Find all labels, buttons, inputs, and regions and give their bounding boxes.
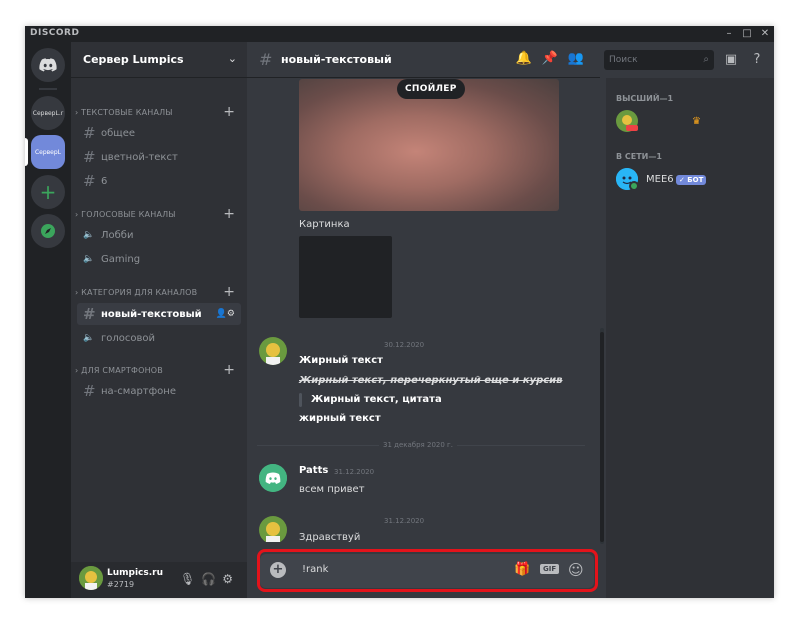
user-panel: Lumpics.ru #2719 🎙🎧⚙ xyxy=(71,562,247,598)
spoiler-label: СПОЙЛЕР xyxy=(397,79,465,99)
message-timestamp: 31.12.2020 xyxy=(334,468,375,476)
search-icon: ⌕ xyxy=(703,54,709,65)
message-text: всем привет xyxy=(299,484,365,495)
message-text: Жирный текст xyxy=(299,355,383,366)
add-channel-icon[interactable]: + xyxy=(223,285,235,299)
channel-novyi-tekstovyi[interactable]: # новый-текстовый 👤⚙ xyxy=(77,303,241,325)
message-text: жирный текст xyxy=(299,413,381,424)
image-caption: Картинка xyxy=(299,219,350,230)
home-button[interactable] xyxy=(31,48,65,82)
emoji-icon[interactable]: ☺ xyxy=(568,561,584,579)
voice-channel-golosovoi[interactable]: 🔈 голосовой xyxy=(77,327,241,349)
members-icon[interactable]: 👥 xyxy=(568,51,594,66)
category-text-channels[interactable]: › ТЕКСТОВЫЕ КАНАЛЫ xyxy=(75,108,173,117)
message-timestamp: 31.12.2020 xyxy=(384,517,425,525)
explore-servers-button[interactable] xyxy=(31,214,65,248)
channel-sidebar: Сервер Lumpics ⌄ › ТЕКСТОВЫЕ КАНАЛЫ + # о… xyxy=(71,42,247,598)
speaker-icon: 🔈 xyxy=(83,254,95,264)
microphone-icon[interactable]: 🎙 xyxy=(180,572,201,586)
help-icon[interactable]: ? xyxy=(748,51,766,69)
plus-icon[interactable]: + xyxy=(270,562,286,578)
bell-icon[interactable]: 🔔 xyxy=(515,51,541,66)
add-server-icon[interactable]: + xyxy=(31,175,65,209)
member-group-title: ВЫСШИЙ—1 xyxy=(616,94,674,103)
headphones-icon[interactable]: 🎧 xyxy=(201,572,222,586)
avatar[interactable] xyxy=(616,168,639,191)
avatar[interactable] xyxy=(259,516,287,542)
invite-settings-icon[interactable]: 👤⚙ xyxy=(216,309,235,319)
member-list: ВЫСШИЙ—1 ♛ В СЕТИ—1 MEE6 ✓ БОТ xyxy=(606,78,774,598)
category-voice-channels[interactable]: › ГОЛОСОВЫЕ КАНАЛЫ xyxy=(75,210,176,219)
chat-header: # новый-текстовый 🔔📌👥 xyxy=(247,42,600,78)
title-bar: DISCORD – □ ✕ xyxy=(25,26,774,42)
avatar[interactable] xyxy=(259,337,287,365)
member-group-title: В СЕТИ—1 xyxy=(616,152,662,161)
user-tag: #2719 xyxy=(107,580,135,589)
username: Lumpics.ru xyxy=(107,568,164,578)
message-composer[interactable]: + !rank 🎁 GIF ☺ xyxy=(260,554,594,588)
rail-separator xyxy=(39,88,57,90)
quote-bar xyxy=(299,393,302,407)
crown-icon: ♛ xyxy=(692,116,701,127)
minimize-button[interactable]: – xyxy=(720,26,738,42)
scrollbar-thumb[interactable] xyxy=(600,332,604,542)
message-author[interactable]: Patts xyxy=(299,465,328,476)
channel-tsvetnoi-tekst[interactable]: # цветной-текст xyxy=(77,146,241,168)
attached-image[interactable] xyxy=(299,236,392,318)
inbox-icon[interactable]: ▣ xyxy=(722,51,740,69)
channel-na-smartfone[interactable]: # на-смартфоне xyxy=(77,380,241,402)
message-timestamp: 30.12.2020 xyxy=(384,341,425,349)
chevron-down-icon[interactable]: ⌄ xyxy=(228,52,237,65)
maximize-button[interactable]: □ xyxy=(738,26,756,42)
voice-channel-lobby[interactable]: 🔈 Лобби xyxy=(77,224,241,246)
channel-6[interactable]: #6 xyxy=(77,170,241,192)
discord-home-icon xyxy=(39,58,57,72)
avatar[interactable] xyxy=(259,464,287,492)
hash-icon: # xyxy=(83,305,96,323)
hash-icon: # xyxy=(83,148,96,166)
message-text: Жирный текст, перечеркнутый еще и курсив xyxy=(299,375,563,386)
search-input[interactable]: Поиск ⌕ xyxy=(604,50,714,70)
channel-title: новый-текстовый xyxy=(281,53,392,66)
pin-icon[interactable]: 📌 xyxy=(542,51,568,66)
message-list: СПОЙЛЕР Картинка 30.12.2020 Жирный текст… xyxy=(247,79,606,542)
server-header[interactable]: Сервер Lumpics ⌄ xyxy=(71,42,247,78)
hash-icon: # xyxy=(83,172,96,190)
app-title: DISCORD xyxy=(30,28,80,38)
server-icon-1[interactable]: СерверL.r xyxy=(31,96,65,130)
hash-icon: # xyxy=(259,50,273,69)
voice-channel-gaming[interactable]: 🔈 Gaming xyxy=(77,248,241,270)
add-channel-icon[interactable]: + xyxy=(223,105,235,119)
avatar[interactable] xyxy=(79,566,103,590)
gift-icon[interactable]: 🎁 xyxy=(514,562,530,577)
message-text: Здравствуй xyxy=(299,532,361,542)
hash-icon: # xyxy=(83,124,96,142)
speaker-icon: 🔈 xyxy=(83,333,95,343)
gear-icon[interactable]: ⚙ xyxy=(222,572,239,586)
close-button[interactable]: ✕ xyxy=(756,26,774,42)
active-server-indicator xyxy=(25,138,28,166)
server-icon-2[interactable]: СерверL xyxy=(31,135,65,169)
add-channel-icon[interactable]: + xyxy=(223,363,235,377)
gif-button[interactable]: GIF xyxy=(540,564,560,574)
date-divider-label: 31 декабря 2020 г. xyxy=(379,441,457,449)
member-name[interactable]: MEE6 xyxy=(646,174,674,185)
explore-icon xyxy=(41,224,55,238)
speaker-icon: 🔈 xyxy=(83,230,95,240)
add-channel-icon[interactable]: + xyxy=(223,207,235,221)
discord-window: DISCORD – □ ✕ СерверL.r СерверL + Сервер… xyxy=(25,26,774,598)
message-input[interactable]: !rank xyxy=(302,564,328,575)
message-quote: Жирный текст, цитата xyxy=(311,394,442,405)
avatar[interactable] xyxy=(616,110,638,132)
server-rail: СерверL.r СерверL + xyxy=(25,42,71,598)
server-name: Сервер Lumpics xyxy=(83,53,184,66)
hash-icon: # xyxy=(83,382,96,400)
category-channels[interactable]: › КАТЕГОРИЯ ДЛЯ КАНАЛОВ xyxy=(75,288,197,297)
category-smartphones[interactable]: › ДЛЯ СМАРТФОНОВ xyxy=(75,366,163,375)
bot-badge: ✓ БОТ xyxy=(676,175,707,185)
channel-obshchee[interactable]: # общее xyxy=(77,122,241,144)
